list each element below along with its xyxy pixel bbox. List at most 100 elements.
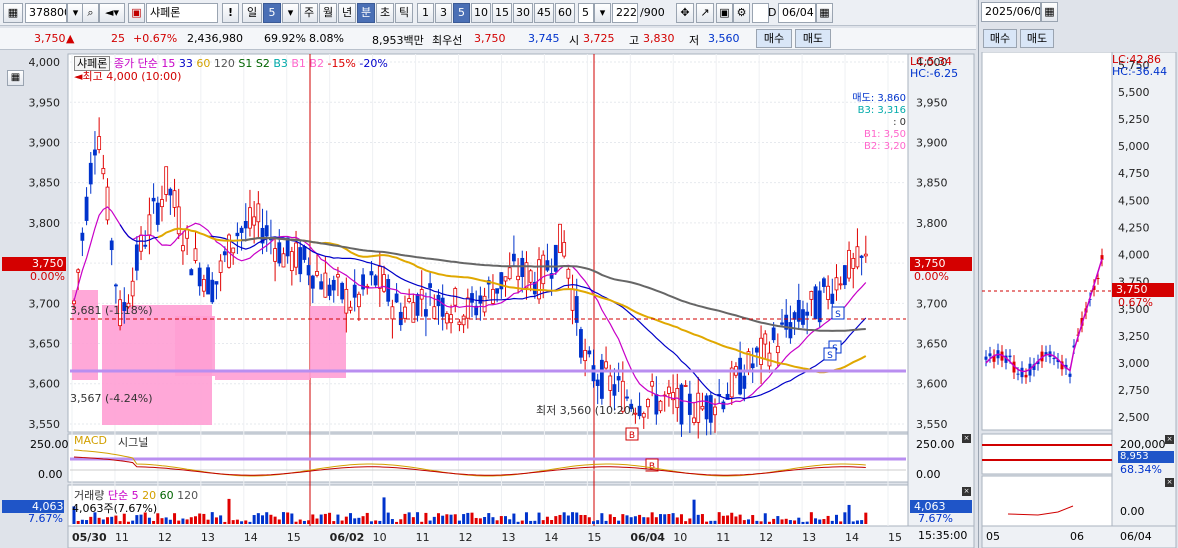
calendar-icon[interactable]: ▦	[816, 3, 833, 23]
drawing-tool-icon[interactable]: ↗	[696, 3, 714, 23]
volume-bar	[499, 516, 503, 524]
mini-sell-button[interactable]: 매도	[1020, 29, 1054, 48]
stock-name-field[interactable]: 샤페론	[146, 3, 218, 23]
volume-close-icon[interactable]: ×	[962, 487, 971, 496]
candle-body	[88, 162, 93, 185]
volume-bar	[545, 516, 549, 524]
candle-body	[637, 405, 642, 417]
candle-body	[344, 288, 349, 314]
legend-ma60[interactable]: 60	[196, 57, 210, 70]
favorite-icon[interactable]: ▣	[128, 3, 145, 23]
period-second-button[interactable]: 초	[376, 3, 394, 23]
legend-b3[interactable]: B3	[273, 57, 288, 70]
volume-ma120[interactable]: 120	[177, 489, 198, 502]
period-tick-button[interactable]: 틱	[395, 3, 413, 23]
volume-bar	[558, 514, 562, 524]
minute-15-button[interactable]: 15	[492, 3, 512, 23]
candle-body	[160, 199, 164, 208]
candle-body	[520, 257, 525, 278]
period-value-button[interactable]: 5	[263, 3, 281, 23]
candle-body	[256, 203, 261, 223]
main-chart-area[interactable]: BBSSS 4,0004,0003,9503,9503,9003,9003,85…	[0, 52, 976, 548]
stock-code-input[interactable]: 378800	[25, 3, 67, 23]
search-icon[interactable]: ⌕	[82, 3, 99, 23]
mini-buy-button[interactable]: 매수	[983, 29, 1017, 48]
candle-body	[310, 275, 315, 289]
min-price-note: 최저 3,560 (10:20)	[536, 404, 636, 417]
candle-body	[855, 246, 860, 268]
mini-macd-close-icon[interactable]: ×	[1165, 478, 1174, 487]
x-tick-label: 13	[201, 531, 215, 544]
legend-s1[interactable]: S1	[238, 57, 252, 70]
macd-close-icon[interactable]: ×	[962, 434, 971, 443]
candle-body	[113, 284, 118, 287]
candle-body	[294, 242, 298, 268]
settings-gear-icon[interactable]: ⚙	[733, 3, 750, 23]
interval-dropdown-icon[interactable]: ▾	[594, 3, 611, 23]
macd-title[interactable]: MACD	[74, 434, 107, 447]
mini-vol-close-icon[interactable]: ×	[1165, 435, 1174, 444]
legend-ma120[interactable]: 120	[214, 57, 235, 70]
volume-bar	[738, 514, 742, 524]
mini-date-input[interactable]: 2025/06/04	[981, 2, 1041, 22]
minute-3-button[interactable]: 3	[435, 3, 452, 23]
volume-bar	[202, 513, 206, 524]
volume-bar	[734, 516, 738, 524]
speaker-icon[interactable]: ◄▾	[99, 3, 125, 23]
legend-b2[interactable]: B2	[309, 57, 324, 70]
candle-body	[700, 405, 705, 410]
save-icon[interactable]: ▣	[716, 3, 733, 23]
mini-calendar-icon[interactable]: ▦	[1041, 2, 1058, 22]
volume-ratio: 69.92%	[264, 32, 306, 45]
minute-60-button[interactable]: 60	[555, 3, 575, 23]
buy-button[interactable]: 매수	[756, 29, 792, 48]
period-day-button[interactable]: 일	[242, 3, 262, 23]
candle-body	[461, 315, 466, 326]
minute-30-button[interactable]: 30	[513, 3, 533, 23]
legend-b1[interactable]: B1	[291, 57, 306, 70]
legend-s2[interactable]: S2	[256, 57, 270, 70]
alert-button[interactable]: !	[222, 3, 239, 23]
volume-bar	[554, 516, 558, 524]
candle-body	[432, 306, 437, 319]
period-minute-button[interactable]: 분	[357, 3, 375, 23]
candle-body	[583, 350, 588, 362]
candle-body	[277, 242, 282, 264]
volume-bar	[126, 521, 130, 524]
minute-10-button[interactable]: 10	[471, 3, 491, 23]
candle-body	[373, 275, 378, 286]
period-dropdown-icon[interactable]: ▾	[282, 3, 299, 23]
period-month-button[interactable]: 월	[319, 3, 337, 23]
volume-bar	[407, 512, 411, 524]
y-tick-label-right: 3,700	[916, 297, 948, 310]
chart-type-icon[interactable]: ▦	[3, 3, 23, 23]
volume-ma60[interactable]: 60	[160, 489, 174, 502]
minute-5-button[interactable]: 5	[453, 3, 470, 23]
candle-body	[570, 288, 575, 311]
x-tick-label: 15	[287, 531, 301, 544]
minute-1-button[interactable]: 1	[417, 3, 434, 23]
legend-minus15[interactable]: -15%	[327, 57, 355, 70]
date-checkbox[interactable]	[752, 3, 769, 23]
volume-bar	[235, 519, 239, 524]
volume-bar	[730, 512, 734, 524]
volume-bar	[173, 513, 177, 524]
minute-45-button[interactable]: 45	[534, 3, 554, 23]
period-year-button[interactable]: 년	[338, 3, 356, 23]
move-icon[interactable]: ✥	[676, 3, 694, 23]
legend-minus20[interactable]: -20%	[359, 57, 387, 70]
mini-y-tick: 5,500	[1118, 86, 1150, 99]
candle-body	[696, 392, 701, 423]
date-input[interactable]: 06/04	[778, 3, 816, 23]
volume-bar	[504, 516, 508, 524]
volume-bar	[286, 512, 290, 524]
macd-signal-label[interactable]: 시그널	[118, 434, 148, 450]
volume-bar	[705, 521, 709, 524]
mini-y-tick: 5,250	[1118, 113, 1150, 126]
volume-bar	[441, 515, 445, 524]
interval-input[interactable]: 5	[578, 3, 594, 23]
sell-button[interactable]: 매도	[795, 29, 831, 48]
count-input[interactable]: 222	[612, 3, 638, 23]
volume-bar	[369, 521, 373, 524]
period-week-button[interactable]: 주	[300, 3, 318, 23]
